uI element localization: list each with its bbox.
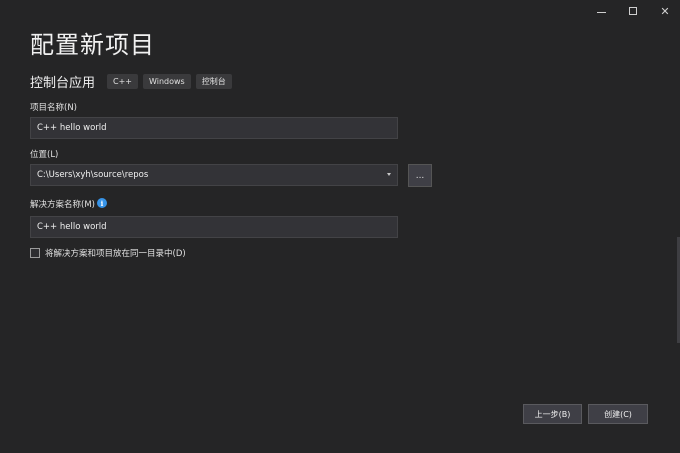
chevron-down-icon[interactable] (387, 173, 391, 176)
maximize-icon (629, 7, 637, 15)
tag-language: C++ (107, 74, 139, 89)
minimize-button[interactable] (585, 0, 617, 22)
maximize-button[interactable] (617, 0, 649, 22)
tag-platform: Windows (143, 74, 191, 89)
solution-name-value: C++ hello world (37, 222, 107, 232)
same-directory-label[interactable]: 将解决方案和项目放在同一目录中(D) (45, 247, 186, 259)
project-name-input[interactable]: C++ hello world (30, 117, 398, 139)
tag-project-type: 控制台 (195, 74, 232, 89)
close-button[interactable]: ✕ (649, 0, 680, 22)
project-name-label: 项目名称(N) (30, 103, 77, 113)
same-directory-checkbox[interactable] (30, 248, 40, 258)
solution-name-label: 解决方案名称(M) (30, 200, 95, 210)
browse-button[interactable]: ... (408, 164, 432, 187)
solution-name-input[interactable]: C++ hello world (30, 216, 398, 238)
project-name-value: C++ hello world (37, 123, 107, 133)
configure-project-window: ✕ 配置新项目 控制台应用 C++ Windows 控制台 项目名称(N) C+… (0, 0, 680, 453)
template-summary: 控制台应用 C++ Windows 控制台 (30, 72, 237, 91)
create-button[interactable]: 创建(C) (588, 404, 648, 424)
info-icon[interactable]: i (97, 198, 107, 208)
location-combobox[interactable]: C:\Users\xyh\source\repos (30, 164, 398, 186)
location-label: 位置(L) (30, 150, 59, 160)
back-button[interactable]: 上一步(B) (523, 404, 582, 424)
minimize-icon (596, 11, 606, 13)
location-value: C:\Users\xyh\source\repos (37, 170, 149, 180)
close-icon: ✕ (660, 4, 670, 18)
page-title: 配置新项目 (30, 31, 155, 59)
template-name: 控制台应用 (30, 76, 96, 91)
same-directory-option[interactable]: 将解决方案和项目放在同一目录中(D) (30, 247, 186, 259)
